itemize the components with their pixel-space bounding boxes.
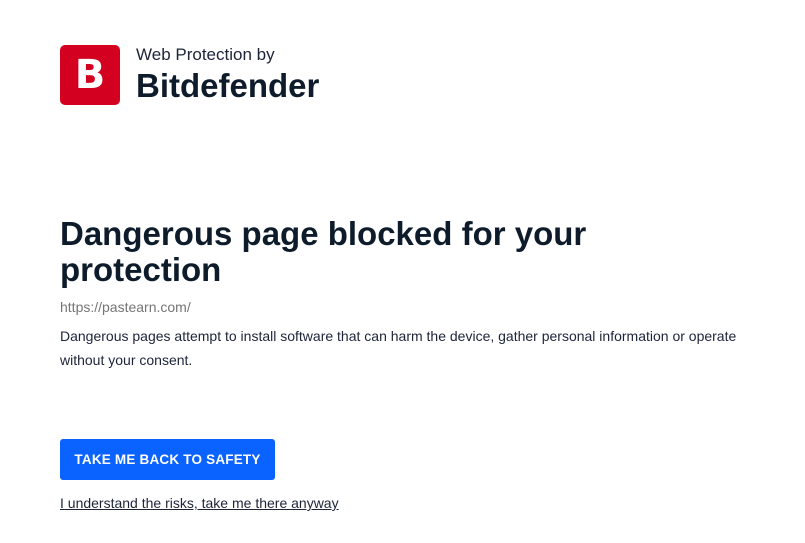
brand-subtitle: Web Protection by — [136, 45, 275, 64]
brand-header: B Web Protection by Bitdefender — [60, 45, 319, 105]
blocked-url: https://pastearn.com/ — [60, 299, 191, 315]
bitdefender-logo-icon: B — [60, 45, 120, 105]
logo-letter: B — [74, 52, 106, 98]
proceed-anyway-link[interactable]: I understand the risks, take me there an… — [60, 494, 339, 512]
page-title: Dangerous page blocked for your protecti… — [60, 215, 587, 288]
warning-content: Dangerous page blocked for your protecti… — [60, 216, 760, 372]
back-to-safety-button[interactable]: TAKE ME BACK TO SAFETY — [60, 439, 275, 480]
brand-text: Web Protection by Bitdefender — [136, 45, 319, 105]
brand-name: Bitdefender — [136, 67, 320, 104]
warning-description: Dangerous pages attempt to install softw… — [60, 328, 737, 368]
